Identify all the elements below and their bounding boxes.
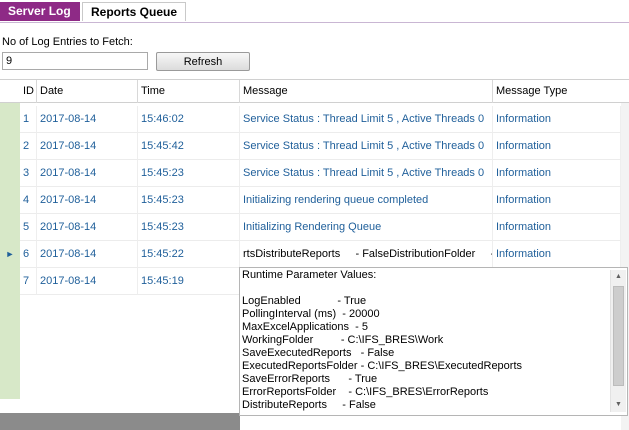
cell-time: 15:45:19	[138, 268, 240, 295]
scroll-down-icon[interactable]: ▼	[611, 398, 626, 412]
col-header-time[interactable]: Time	[138, 80, 240, 103]
cell-date: 2017-08-14	[37, 268, 138, 295]
cell-date: 2017-08-14	[37, 241, 138, 268]
detail-line: Runtime Parameter Values:	[242, 269, 377, 281]
detail-line	[242, 282, 608, 295]
cell-id: 7	[20, 268, 37, 295]
cell-date: 2017-08-14	[37, 214, 138, 241]
popup-scrollbar[interactable]: ▲ ▼	[610, 270, 626, 412]
message-detail-popup[interactable]: Runtime Parameter Values: LogEnabled - T…	[239, 267, 628, 416]
col-header-message[interactable]: Message	[240, 80, 493, 103]
table-row[interactable]: 3 2017-08-14 15:45:23 Service Status : T…	[0, 160, 629, 187]
tab-reports-queue[interactable]: Reports Queue	[82, 2, 186, 21]
detail-line: SaveExecutedReports - False	[242, 347, 395, 359]
cell-message-type: Information	[493, 214, 621, 241]
scroll-up-icon[interactable]: ▲	[611, 270, 626, 284]
table-row[interactable]: 1 2017-08-14 15:46:02 Service Status : T…	[0, 106, 629, 133]
bottom-panel-bar	[0, 413, 240, 430]
detail-line: DistributeReports - False	[242, 399, 376, 411]
col-header-message-type[interactable]: Message Type	[493, 80, 629, 103]
cell-id: 1	[20, 106, 37, 133]
cell-message: Service Status : Thread Limit 5 , Active…	[240, 160, 493, 187]
cell-message-type: Information	[493, 133, 621, 160]
log-entries-label: No of Log Entries to Fetch:	[2, 36, 133, 48]
cell-message-type: Information	[493, 160, 621, 187]
tab-bar: Server Log Reports Queue	[0, 0, 629, 23]
col-header-id[interactable]: ID	[20, 80, 37, 103]
cell-date: 2017-08-14	[37, 187, 138, 214]
scroll-thumb[interactable]	[613, 286, 624, 386]
current-row-arrow-icon: ►	[5, 249, 15, 259]
detail-line: LogEnabled - True	[242, 295, 367, 307]
table-row[interactable]: 5 2017-08-14 15:45:23 Initializing Rende…	[0, 214, 629, 241]
message-detail-text: Runtime Parameter Values: LogEnabled - T…	[242, 269, 608, 412]
table-row[interactable]: 2 2017-08-14 15:45:42 Service Status : T…	[0, 133, 629, 160]
col-header-date[interactable]: Date	[37, 80, 138, 103]
cell-message-type: Information	[493, 187, 621, 214]
cell-id: 6	[20, 241, 37, 268]
detail-line: ErrorReportsFolder - C:\IFS_BRES\ErrorRe…	[242, 386, 489, 398]
cell-time: 15:45:23	[138, 160, 240, 187]
cell-message: rtsDistributeReports - FalseDistribution…	[240, 241, 493, 268]
cell-date: 2017-08-14	[37, 133, 138, 160]
cell-message-type: Information	[493, 106, 621, 133]
detail-line: SaveErrorReports - True	[242, 373, 378, 385]
table-row-current[interactable]: ► 6 2017-08-14 15:45:22 rtsDistributeRep…	[0, 241, 629, 268]
cell-message: Service Status : Thread Limit 5 , Active…	[240, 133, 493, 160]
cell-time: 15:46:02	[138, 106, 240, 133]
cell-id: 5	[20, 214, 37, 241]
detail-line: WorkingFolder - C:\IFS_BRES\Work	[242, 334, 444, 346]
log-entries-input[interactable]	[2, 52, 148, 70]
cell-time: 15:45:22	[138, 241, 240, 268]
cell-message: Initializing Rendering Queue	[240, 214, 493, 241]
detail-line: PollingInterval (ms) - 20000	[242, 308, 380, 320]
cell-time: 15:45:23	[138, 214, 240, 241]
cell-time: 15:45:42	[138, 133, 240, 160]
cell-id: 4	[20, 187, 37, 214]
cell-message-type: Information	[493, 241, 621, 268]
cell-id: 3	[20, 160, 37, 187]
cell-message: Initializing rendering queue completed	[240, 187, 493, 214]
cell-date: 2017-08-14	[37, 106, 138, 133]
detail-line: ExecutedReportsFolder - C:\IFS_BRES\Exec…	[242, 360, 523, 372]
cell-id: 2	[20, 133, 37, 160]
detail-line: MaxExcelApplications - 5	[242, 321, 368, 333]
cell-time: 15:45:23	[138, 187, 240, 214]
grid-header: ID Date Time Message Message Type	[0, 79, 629, 103]
refresh-button[interactable]: Refresh	[156, 52, 250, 71]
cell-date: 2017-08-14	[37, 160, 138, 187]
cell-message: Service Status : Thread Limit 5 , Active…	[240, 106, 493, 133]
table-row[interactable]: 4 2017-08-14 15:45:23 Initializing rende…	[0, 187, 629, 214]
tab-server-log[interactable]: Server Log	[0, 2, 80, 21]
